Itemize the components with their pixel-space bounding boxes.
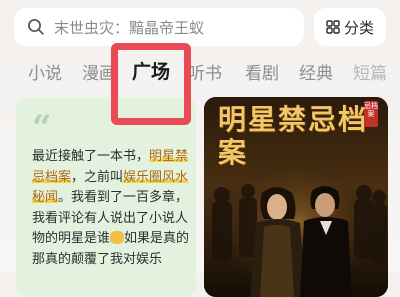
search-icon [28,19,44,35]
tab-classic[interactable]: 经典 [299,64,333,84]
quote-icon: “ [32,108,52,148]
category-label: 分类 [343,18,374,37]
book-cover-card[interactable]: 明星禁忌档案 忌档案 [204,97,388,297]
tab-audiobook[interactable]: 听书 [188,64,222,84]
tab-novel[interactable]: 小说 [28,64,62,84]
category-button[interactable]: 分类 [314,8,386,46]
grid-icon [326,20,340,34]
review-text-mid: ，之前叫 [71,169,124,185]
review-text: 最近接触了一本书，明星禁忌档案，之前叫娱乐圈风水秘闻。我看到了一百多章，我看评论… [32,147,192,270]
highlight-box [111,43,191,125]
search-suggestion: 末世虫灾：黯晶帝王蚁 [54,18,205,37]
cover-title: 明星禁忌档案 [218,103,369,169]
search-bar[interactable]: 末世虫灾：黯晶帝王蚁 [14,8,304,46]
review-text-cut: 那真的颠覆了我对娱乐 [32,251,163,267]
review-text-tail: 如果是真的 [124,231,190,246]
review-card[interactable]: “ 最近接触了一本书，明星禁忌档案，之前叫娱乐圈风水秘闻。我看到了一百多章，我看… [16,97,196,297]
review-text-intro: 最近接触了一本书， [32,149,150,164]
tab-drama[interactable]: 看剧 [245,64,279,84]
tab-short-story[interactable]: 短篇 [353,64,387,84]
emoji-icon [110,231,125,244]
cover-badge: 忌档案 [364,101,378,127]
